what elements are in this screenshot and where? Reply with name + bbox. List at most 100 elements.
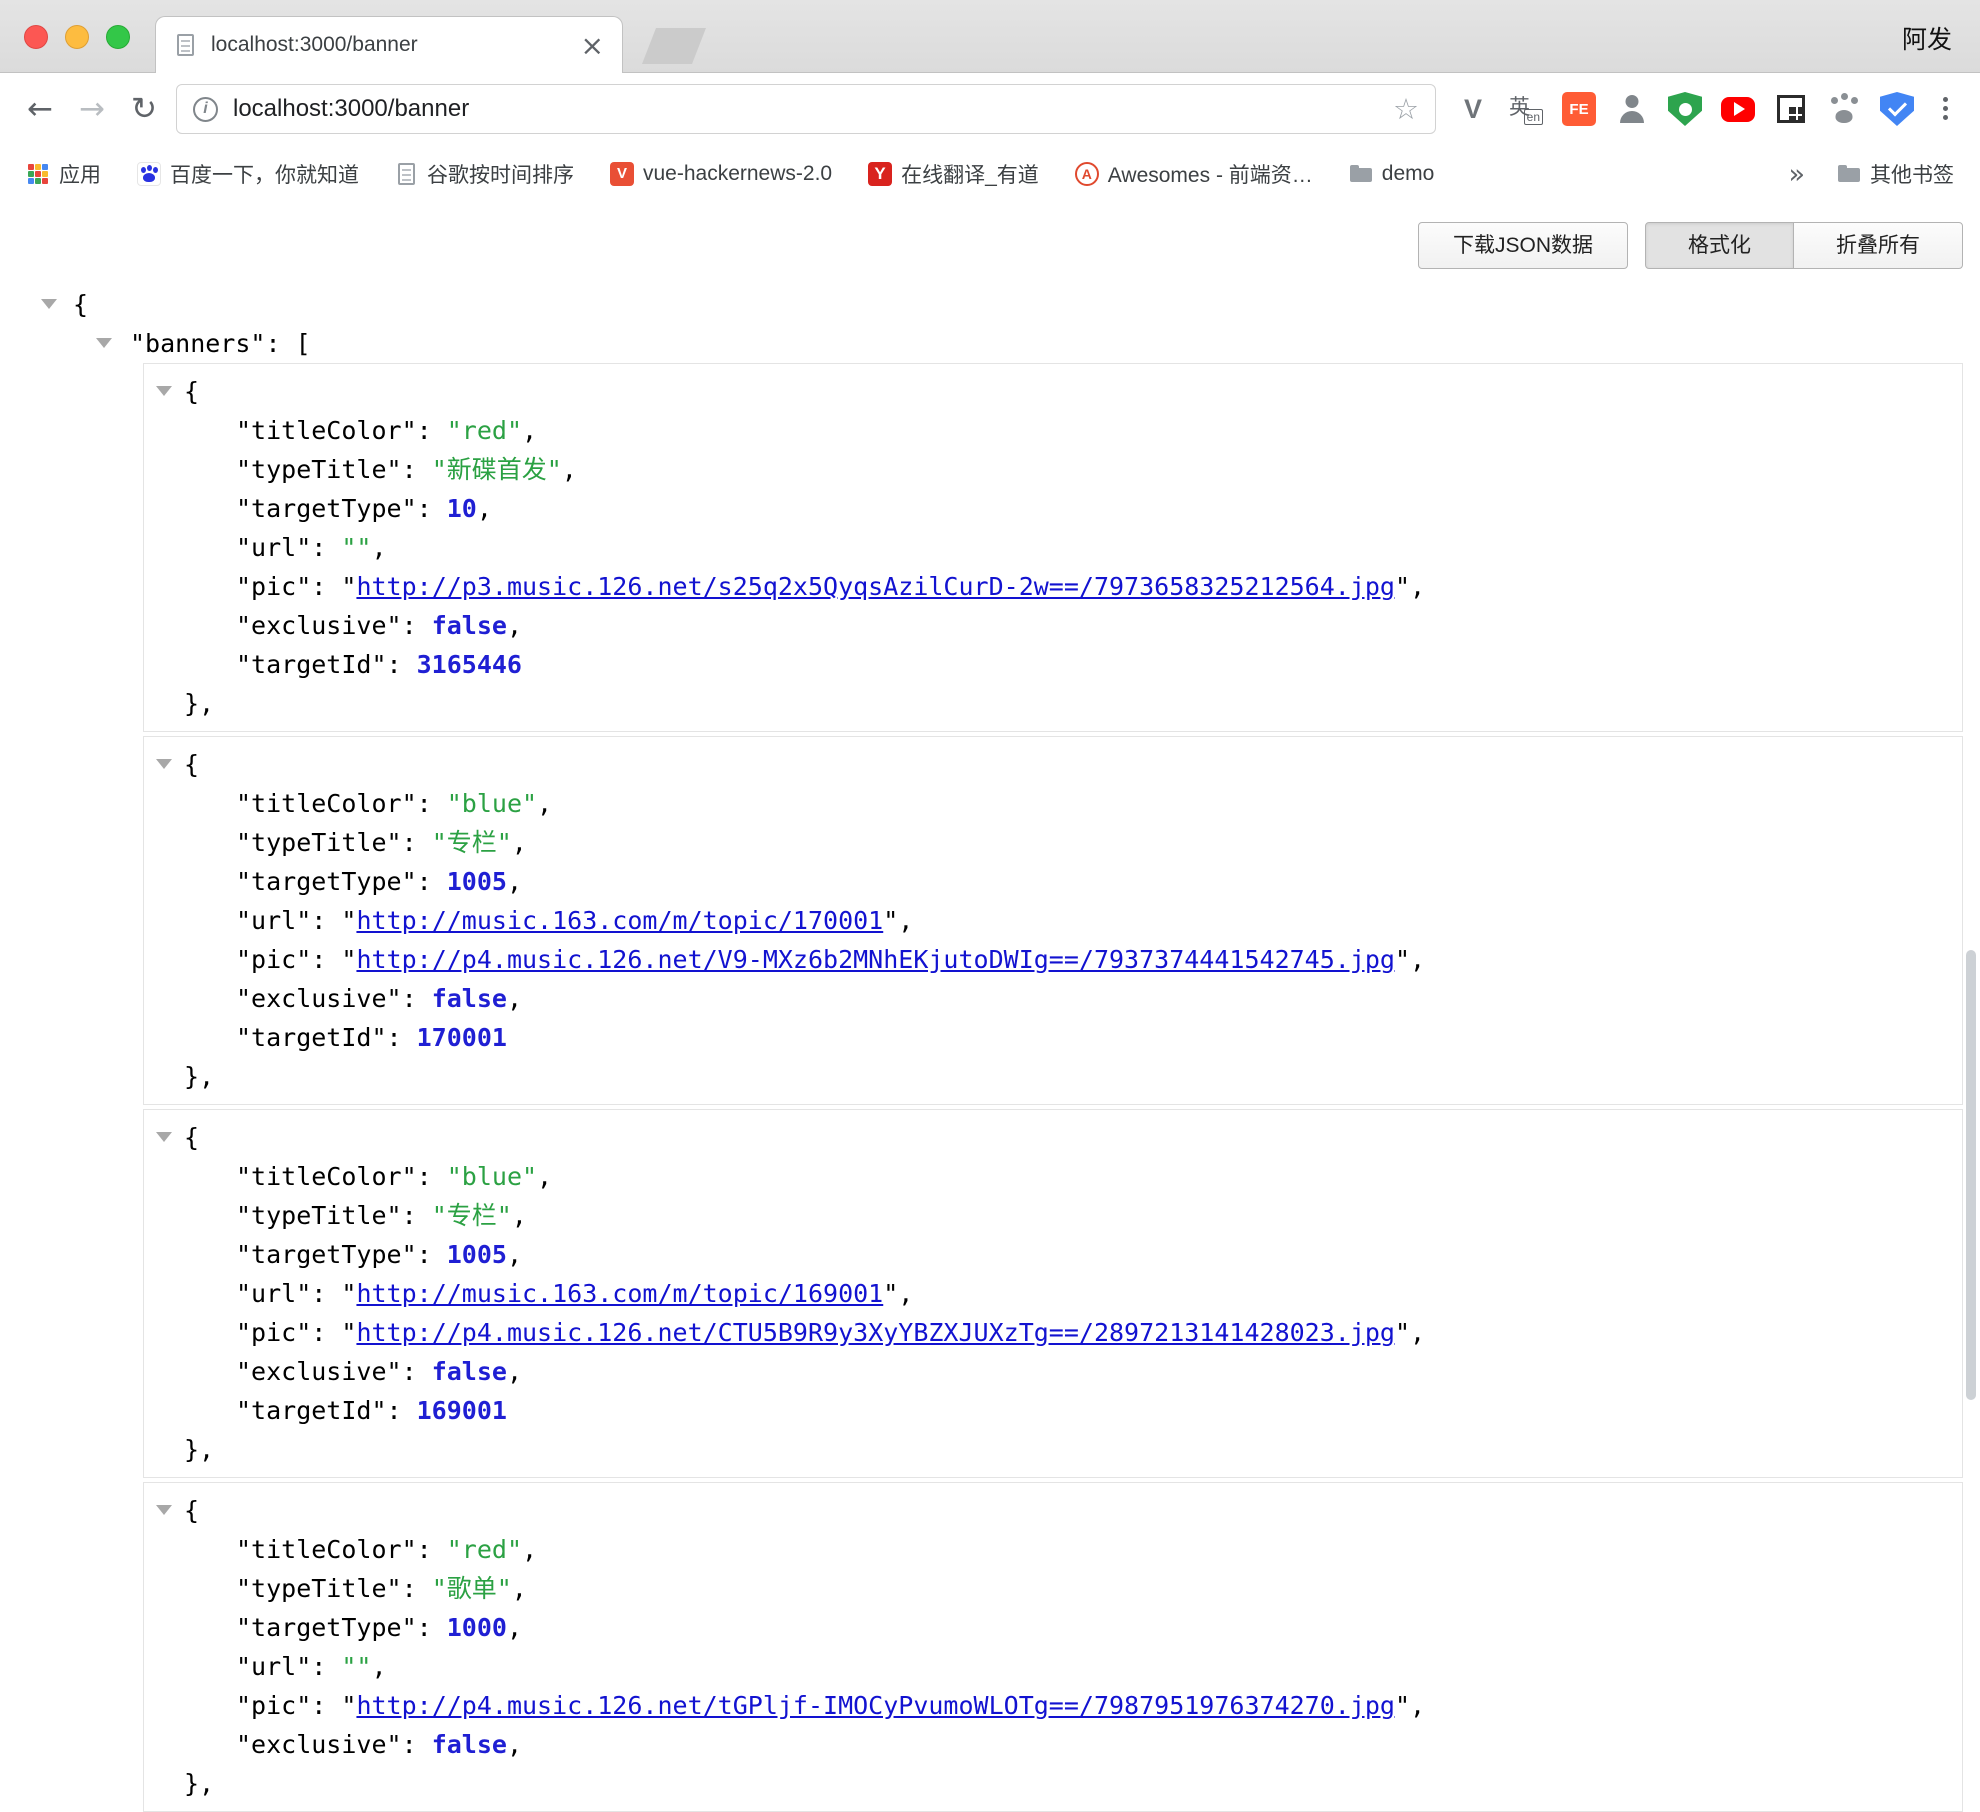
json-property-line: "targetId": 169001 <box>144 1391 1962 1430</box>
collapse-arrow-icon[interactable] <box>156 1505 172 1515</box>
bookmarks-right: » 其他书签 <box>1788 159 1954 190</box>
browser-tab[interactable]: localhost:3000/banner × <box>155 16 623 73</box>
json-object-open: { <box>144 372 1962 411</box>
awesomes-icon <box>1075 162 1099 186</box>
collapse-arrow-icon[interactable] <box>96 338 112 348</box>
people-extension-icon[interactable] <box>1615 92 1649 126</box>
bookmark-item[interactable]: 应用 <box>26 159 101 189</box>
json-property-line: "url": "http://music.163.com/m/topic/170… <box>144 901 1962 940</box>
bookmark-item[interactable]: Awesomes - 前端资… <box>1075 159 1313 189</box>
youdao-icon <box>868 162 892 186</box>
json-property-line: "titleColor": "red", <box>144 1530 1962 1569</box>
shield-blue-extension-icon[interactable] <box>1880 92 1914 126</box>
json-property-line: "exclusive": false, <box>144 606 1962 645</box>
bookmark-label: 谷歌按时间排序 <box>427 159 574 189</box>
page-content: 下载JSON数据 格式化 折叠所有 {"banners": [{"titleCo… <box>0 203 1980 1812</box>
json-property-line: "pic": "http://p4.music.126.net/tGPljf-I… <box>144 1686 1962 1725</box>
json-object-box: {"titleColor": "red","typeTitle": "歌单", "… <box>143 1482 1963 1812</box>
json-object-box: {"titleColor": "blue","typeTitle": "专栏",… <box>143 1109 1963 1478</box>
json-url-link[interactable]: http://p3.music.126.net/s25q2x5QyqsAzilC… <box>356 572 1395 601</box>
bookmark-item[interactable]: demo <box>1349 162 1435 186</box>
json-url-link[interactable]: http://p4.music.126.net/V9-MXz6b2MNhEKju… <box>356 945 1395 974</box>
json-object-close: }, <box>144 684 1962 723</box>
translate-extension-icon[interactable] <box>1509 92 1543 126</box>
json-root-open: { <box>0 285 1980 324</box>
download-json-button[interactable]: 下载JSON数据 <box>1418 222 1628 269</box>
json-property-line: "pic": "http://p3.music.126.net/s25q2x5Q… <box>144 567 1962 606</box>
json-url-link[interactable]: http://music.163.com/m/topic/169001 <box>356 1279 883 1308</box>
json-property-line: "typeTitle": "歌单", <box>144 1569 1962 1608</box>
browser-toolbar: ← → ↻ i localhost:3000/banner ☆ <box>0 73 1980 145</box>
json-property-line: "url": "", <box>144 1647 1962 1686</box>
other-bookmarks-label: 其他书签 <box>1870 159 1954 189</box>
profile-name[interactable]: 阿发 <box>1902 20 1952 56</box>
page-info-icon[interactable]: i <box>193 97 218 122</box>
bookmark-label: Awesomes - 前端资… <box>1108 159 1313 189</box>
bookmarks-overflow-chevron[interactable]: » <box>1788 159 1805 190</box>
json-property-line: "url": "", <box>144 528 1962 567</box>
json-object-box: {"titleColor": "red","typeTitle": "新碟首发"… <box>143 363 1963 732</box>
window-controls <box>24 25 130 49</box>
tab-title: localhost:3000/banner <box>211 33 571 57</box>
collapse-arrow-icon[interactable] <box>156 759 172 769</box>
forward-button[interactable]: → <box>66 91 118 127</box>
bookmark-label: 百度一下，你就知道 <box>170 159 359 189</box>
json-property-line: "targetType": 10, <box>144 489 1962 528</box>
json-object-open: { <box>144 1491 1962 1530</box>
collapse-arrow-icon[interactable] <box>41 299 57 309</box>
youtube-extension-icon[interactable] <box>1721 97 1755 122</box>
browser-menu-button[interactable] <box>1924 89 1966 129</box>
bookmark-item[interactable]: 在线翻译_有道 <box>868 159 1039 189</box>
json-actions: 下载JSON数据 格式化 折叠所有 <box>0 203 1980 269</box>
folder-icon <box>1837 162 1861 186</box>
bookmark-item[interactable]: 谷歌按时间排序 <box>395 159 574 189</box>
json-property-line: "typeTitle": "专栏", <box>144 1196 1962 1235</box>
json-object-close: }, <box>144 1430 1962 1469</box>
json-property-line: "exclusive": false, <box>144 1725 1962 1764</box>
json-url-link[interactable]: http://p4.music.126.net/CTU5B9R9y3XyYBZX… <box>356 1318 1395 1347</box>
format-button[interactable]: 格式化 <box>1645 222 1794 269</box>
baidu-icon <box>137 162 161 186</box>
json-array-open: "banners": [ <box>0 324 1980 363</box>
json-property-line: "pic": "http://p4.music.126.net/CTU5B9R9… <box>144 1313 1962 1352</box>
reload-button[interactable]: ↻ <box>118 91 170 127</box>
back-button[interactable]: ← <box>14 91 66 127</box>
fe-extension-icon[interactable] <box>1562 92 1596 126</box>
shield-green-extension-icon[interactable] <box>1668 92 1702 126</box>
url-text[interactable]: localhost:3000/banner <box>233 95 1393 123</box>
tab-close-icon[interactable]: × <box>581 29 604 62</box>
bookmark-label: 在线翻译_有道 <box>901 159 1039 189</box>
paw-extension-icon[interactable] <box>1827 92 1861 126</box>
json-url-link[interactable]: http://p4.music.126.net/tGPljf-IMOCyPvum… <box>356 1691 1395 1720</box>
other-bookmarks[interactable]: 其他书签 <box>1837 159 1954 189</box>
bookmark-label: 应用 <box>59 159 101 189</box>
collapse-arrow-icon[interactable] <box>156 1132 172 1142</box>
new-tab-button[interactable] <box>642 28 706 64</box>
json-url-link[interactable]: http://music.163.com/m/topic/170001 <box>356 906 883 935</box>
collapse-arrow-icon[interactable] <box>156 386 172 396</box>
v-extension-icon[interactable] <box>1456 92 1490 126</box>
address-bar[interactable]: i localhost:3000/banner ☆ <box>176 84 1436 134</box>
bookmark-star-icon[interactable]: ☆ <box>1393 92 1419 126</box>
json-property-line: "typeTitle": "专栏", <box>144 823 1962 862</box>
zoom-window-button[interactable] <box>106 25 130 49</box>
page-favicon-icon <box>177 34 194 56</box>
collapse-all-button[interactable]: 折叠所有 <box>1793 222 1963 269</box>
json-root: {"banners": [{"titleColor": "red","typeT… <box>0 285 1980 1812</box>
tab-strip: localhost:3000/banner × 阿发 <box>0 0 1980 73</box>
close-window-button[interactable] <box>24 25 48 49</box>
bookmark-item[interactable]: 百度一下，你就知道 <box>137 159 359 189</box>
bookmark-item[interactable]: vue-hackernews-2.0 <box>610 162 832 186</box>
bookmark-label: vue-hackernews-2.0 <box>643 162 832 186</box>
json-object-close: }, <box>144 1764 1962 1803</box>
json-property-line: "titleColor": "red", <box>144 411 1962 450</box>
json-property-line: "targetId": 3165446 <box>144 645 1962 684</box>
minimize-window-button[interactable] <box>65 25 89 49</box>
json-property-line: "typeTitle": "新碟首发", <box>144 450 1962 489</box>
json-property-line: "exclusive": false, <box>144 979 1962 1018</box>
scrollbar[interactable] <box>1966 950 1976 1400</box>
extension-icons <box>1456 92 1914 126</box>
json-property-line: "targetType": 1005, <box>144 1235 1962 1274</box>
qr-code-extension-icon[interactable] <box>1777 95 1805 123</box>
bookmark-label: demo <box>1382 162 1435 186</box>
